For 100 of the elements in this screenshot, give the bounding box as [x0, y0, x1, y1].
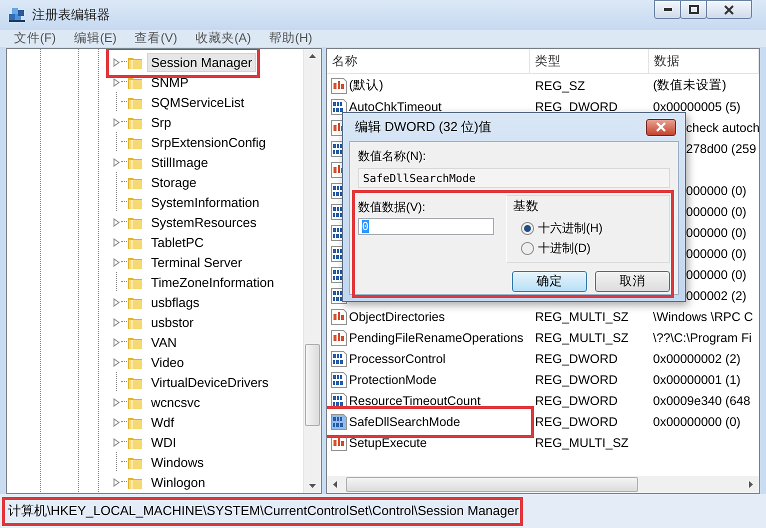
dialog-title: 编辑 DWORD (32 位)值: [355, 118, 492, 136]
menu-item[interactable]: 文件(F): [14, 30, 56, 47]
radio-button[interactable]: [521, 242, 534, 254]
tree-item[interactable]: Session Manager: [147, 52, 256, 72]
name-field[interactable]: SafeDllSearchMode: [358, 168, 670, 188]
menu-item[interactable]: 收藏夹(A): [195, 30, 251, 47]
tree-item[interactable]: Wdf: [147, 412, 178, 432]
expand-arrow-icon[interactable]: [112, 118, 121, 126]
ok-button[interactable]: 确定: [512, 271, 587, 292]
expand-arrow-icon[interactable]: [112, 298, 121, 306]
horizontal-scrollbar[interactable]: [327, 476, 759, 493]
expand-arrow-icon[interactable]: [112, 78, 121, 86]
tree-item[interactable]: Windows: [147, 452, 208, 472]
value-name[interactable]: ResourceTimeoutCount: [349, 394, 481, 408]
registry-icon: [8, 6, 26, 24]
value-name[interactable]: ObjectDirectories: [349, 310, 445, 324]
value-data: 0x00000000 (0): [653, 415, 741, 429]
close-icon: [656, 122, 666, 132]
field-label: 数值名称(N):: [358, 148, 427, 165]
scroll-thumb[interactable]: [346, 477, 638, 492]
tree-item[interactable]: usbstor: [147, 312, 198, 332]
value-name[interactable]: AutoChkTimeout: [349, 100, 442, 114]
value-type: REG_MULTI_SZ: [535, 331, 629, 345]
expand-arrow-icon[interactable]: [112, 238, 121, 246]
value-data: 0x00000002 (2): [653, 352, 741, 366]
tree-item[interactable]: TabletPC: [147, 232, 208, 252]
expand-arrow-icon[interactable]: [112, 338, 121, 346]
value-data: (数值未设置): [653, 78, 726, 92]
tree-item[interactable]: TimeZoneInformation: [147, 272, 278, 292]
expand-arrow-icon[interactable]: [112, 258, 121, 266]
expand-arrow-icon[interactable]: [112, 218, 121, 226]
radio-button[interactable]: [521, 222, 534, 234]
expand-arrow-icon[interactable]: [112, 158, 121, 166]
expand-arrow-icon[interactable]: [112, 58, 121, 66]
tree-item[interactable]: Winlogon: [147, 472, 210, 492]
value-name[interactable]: ProtectionMode: [349, 372, 437, 386]
tree-item[interactable]: VAN: [147, 332, 181, 352]
value-type: REG_DWORD: [535, 100, 618, 114]
tree-item[interactable]: SNMP: [147, 72, 193, 92]
expand-arrow-icon[interactable]: [112, 418, 121, 426]
value-name[interactable]: ProcessorControl: [349, 352, 446, 366]
column-header[interactable]: 名称: [327, 49, 530, 73]
value-type: REG_MULTI_SZ: [535, 436, 629, 450]
value-data: \??\C:\Program Fi: [653, 331, 752, 345]
column-header[interactable]: 类型: [530, 49, 649, 73]
value-name[interactable]: (默认): [349, 77, 384, 94]
value-type: REG_DWORD: [535, 373, 618, 387]
tree-item[interactable]: Terminal Server: [147, 252, 246, 272]
field-label: 数值数据(V):: [358, 199, 426, 216]
expand-arrow-icon[interactable]: [112, 438, 121, 446]
radio-label[interactable]: 十进制(D): [538, 240, 591, 256]
tree-item[interactable]: Srp: [147, 112, 176, 132]
maximize-button[interactable]: [680, 0, 707, 19]
tree-item[interactable]: Video: [147, 352, 188, 372]
window-title: 注册表编辑器: [32, 6, 110, 24]
close-button[interactable]: [706, 0, 752, 19]
tree-item[interactable]: Storage: [147, 172, 201, 192]
scroll-up-icon: [308, 53, 317, 59]
maximize-icon: [688, 4, 698, 14]
expand-arrow-icon[interactable]: [112, 358, 121, 366]
tree-item[interactable]: SystemInformation: [147, 192, 264, 212]
menu-item[interactable]: 帮助(H): [268, 30, 312, 47]
tree-item[interactable]: SystemResources: [147, 212, 260, 232]
value-data: 000000 (0): [686, 226, 746, 240]
tree-item[interactable]: usbflags: [147, 292, 204, 312]
value-type: REG_SZ: [535, 79, 586, 93]
scroll-left-icon: [332, 480, 338, 489]
value-data: 0x0009e340 (648: [653, 394, 750, 408]
value-data: 000000 (0): [686, 184, 746, 198]
tree-item[interactable]: SrpExtensionConfig: [147, 132, 270, 152]
status-path: 计算机\HKEY_LOCAL_MACHINE\SYSTEM\CurrentControlSet\Control\Session Manager: [8, 502, 519, 520]
expand-arrow-icon[interactable]: [112, 398, 121, 406]
column-header[interactable]: 数据: [649, 49, 759, 73]
tree-item[interactable]: StillImage: [147, 152, 212, 172]
value-data: \Windows \RPC C: [653, 310, 754, 324]
close-button[interactable]: [646, 118, 676, 136]
value-name[interactable]: SetupExecute: [349, 436, 427, 450]
value-data: 0x00000005 (5): [653, 100, 741, 114]
menu-item[interactable]: 查看(V): [134, 30, 178, 47]
value-name[interactable]: PendingFileRenameOperations: [349, 330, 524, 344]
expand-arrow-icon[interactable]: [112, 318, 121, 326]
minimize-icon: [664, 8, 672, 11]
radio-label[interactable]: 十六进制(H): [538, 220, 603, 236]
value-data: check autoch: [686, 121, 759, 135]
tree-item[interactable]: VirtualDeviceDrivers: [147, 372, 273, 392]
close-icon: [724, 4, 734, 14]
scroll-right-icon: [748, 480, 754, 489]
value-type: REG_DWORD: [535, 352, 618, 366]
value-type: REG_MULTI_SZ: [535, 310, 629, 324]
tree-item[interactable]: WDI: [147, 432, 180, 452]
tree-item[interactable]: wcncsvc: [147, 392, 204, 412]
vertical-scrollbar[interactable]: [303, 49, 321, 493]
expand-arrow-icon[interactable]: [112, 478, 121, 486]
menu-item[interactable]: 编辑(E): [74, 30, 117, 47]
tree-item[interactable]: SQMServiceList: [147, 92, 248, 112]
minimize-button[interactable]: [654, 0, 681, 19]
scroll-thumb[interactable]: [305, 344, 320, 426]
value-name[interactable]: SafeDllSearchMode: [349, 414, 460, 428]
cancel-button[interactable]: 取消: [595, 271, 670, 292]
value-data: 000000 (0): [686, 247, 746, 261]
